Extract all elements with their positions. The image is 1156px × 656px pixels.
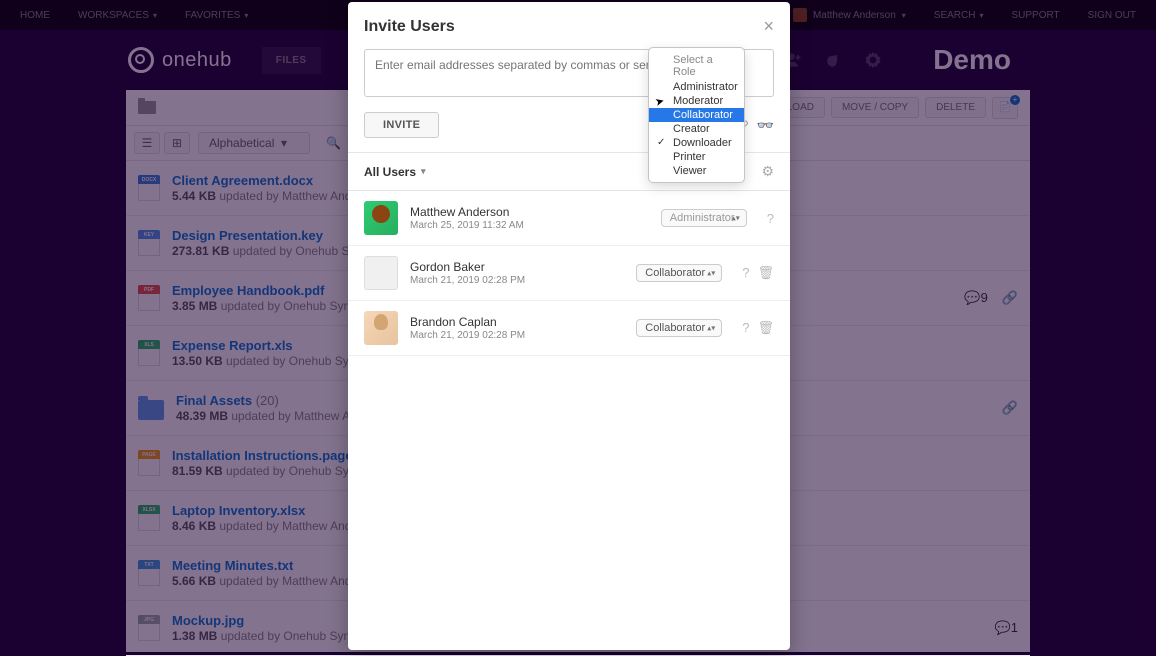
- avatar: [364, 311, 398, 345]
- help-icon[interactable]: ?: [742, 265, 749, 281]
- dropdown-item[interactable]: Printer: [649, 150, 744, 164]
- user-name: Brandon Caplan: [410, 315, 624, 329]
- user-row: Gordon Baker March 21, 2019 02:28 PM Col…: [348, 246, 790, 301]
- trash-icon[interactable]: 🗑: [757, 265, 774, 281]
- dropdown-item[interactable]: Collaborator: [649, 108, 744, 122]
- sort-arrows-icon: ▴▾: [707, 326, 715, 331]
- users-filter-select[interactable]: All Users ▾: [364, 165, 426, 179]
- user-name: Gordon Baker: [410, 260, 624, 274]
- user-date: March 21, 2019 02:28 PM: [410, 275, 624, 286]
- avatar: [364, 256, 398, 290]
- dropdown-item[interactable]: Administrator: [649, 80, 744, 94]
- check-icon: ✓: [657, 137, 665, 148]
- dropdown-header: Select a Role: [649, 52, 744, 80]
- modal-header: Invite Users ×: [348, 2, 790, 49]
- role-select[interactable]: Collaborator▴▾: [636, 319, 722, 337]
- user-list: Matthew Anderson March 25, 2019 11:32 AM…: [348, 191, 790, 356]
- user-name: Matthew Anderson: [410, 205, 649, 219]
- role-select[interactable]: Administrator▴▾: [661, 209, 747, 227]
- mask-icon[interactable]: 👓: [757, 117, 774, 134]
- user-settings-icon[interactable]: ⚙: [761, 163, 774, 180]
- modal-title: Invite Users: [364, 18, 455, 36]
- dropdown-item[interactable]: Creator: [649, 122, 744, 136]
- role-select[interactable]: Collaborator▴▾: [636, 264, 722, 282]
- caret-down-icon: ▾: [421, 166, 426, 177]
- dropdown-item[interactable]: ✓Downloader: [649, 136, 744, 150]
- user-date: March 21, 2019 02:28 PM: [410, 330, 624, 341]
- trash-icon[interactable]: 🗑: [757, 320, 774, 336]
- dropdown-item[interactable]: Viewer: [649, 164, 744, 178]
- help-icon[interactable]: ?: [767, 211, 774, 226]
- avatar: [364, 201, 398, 235]
- user-date: March 25, 2019 11:32 AM: [410, 220, 649, 231]
- sort-arrows-icon: ▴▾: [707, 271, 715, 276]
- invite-button[interactable]: INVITE: [364, 112, 439, 138]
- close-icon[interactable]: ×: [763, 16, 774, 37]
- user-row: Brandon Caplan March 21, 2019 02:28 PM C…: [348, 301, 790, 356]
- role-dropdown: Select a Role AdministratorModeratorColl…: [648, 47, 745, 183]
- sort-arrows-icon: ▴▾: [732, 216, 740, 221]
- help-icon[interactable]: ?: [742, 320, 749, 336]
- user-row: Matthew Anderson March 25, 2019 11:32 AM…: [348, 191, 790, 246]
